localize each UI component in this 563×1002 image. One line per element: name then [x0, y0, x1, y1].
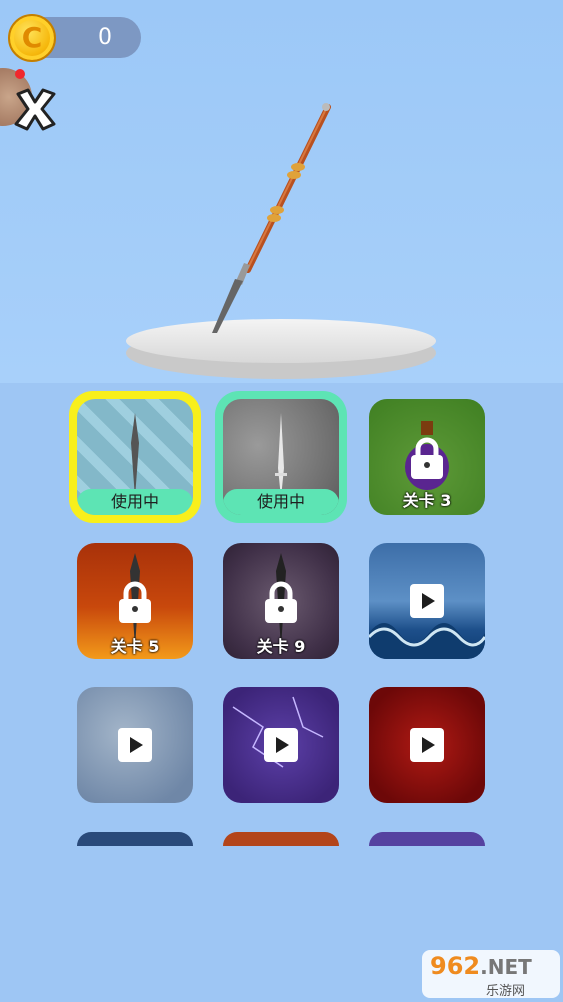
level-requirement: 关卡 5	[110, 637, 160, 656]
weapon-card-7[interactable]	[77, 687, 193, 803]
site-watermark: 962.NET 乐游网	[422, 950, 560, 999]
watch-video-icon[interactable]	[410, 584, 444, 618]
weapon-card-12-partial[interactable]	[369, 832, 485, 846]
weapon-card-4[interactable]: 关卡 5	[77, 543, 193, 659]
weapon-card-2[interactable]: 使用中	[223, 399, 339, 515]
in-use-label: 使用中	[77, 489, 193, 515]
weapon-card-10-partial[interactable]	[77, 832, 193, 846]
weapon-card-8[interactable]	[223, 687, 339, 803]
lock-icon	[265, 581, 297, 623]
close-icon[interactable]	[10, 84, 60, 134]
coin-count: 0	[98, 25, 112, 50]
level-requirement: 关卡 3	[402, 491, 452, 510]
level-requirement: 关卡 9	[256, 637, 306, 656]
wave-decoration	[369, 623, 485, 659]
watch-video-icon[interactable]	[264, 728, 298, 762]
watch-video-icon[interactable]	[118, 728, 152, 762]
weapon-card-11-partial[interactable]	[223, 832, 339, 846]
spear-preview	[126, 103, 436, 379]
weapon-card-5[interactable]: 关卡 9	[223, 543, 339, 659]
in-use-label: 使用中	[223, 489, 339, 515]
watermark-subtitle: 乐游网	[486, 984, 526, 999]
lock-icon	[411, 437, 443, 479]
watermark-brand: 962.NET	[430, 952, 532, 980]
notification-dot	[15, 69, 25, 79]
coin-icon: C	[8, 14, 56, 62]
weapon-card-6[interactable]	[369, 543, 485, 659]
coin-symbol: C	[21, 21, 43, 54]
weapon-card-9[interactable]	[369, 687, 485, 803]
weapon-card-3[interactable]: 关卡 3	[369, 399, 485, 515]
lock-icon	[119, 581, 151, 623]
weapon-card-1[interactable]: 使用中	[77, 399, 193, 515]
weapon-icon	[275, 413, 287, 498]
watch-video-icon[interactable]	[410, 728, 444, 762]
weapon-icon	[131, 413, 139, 498]
